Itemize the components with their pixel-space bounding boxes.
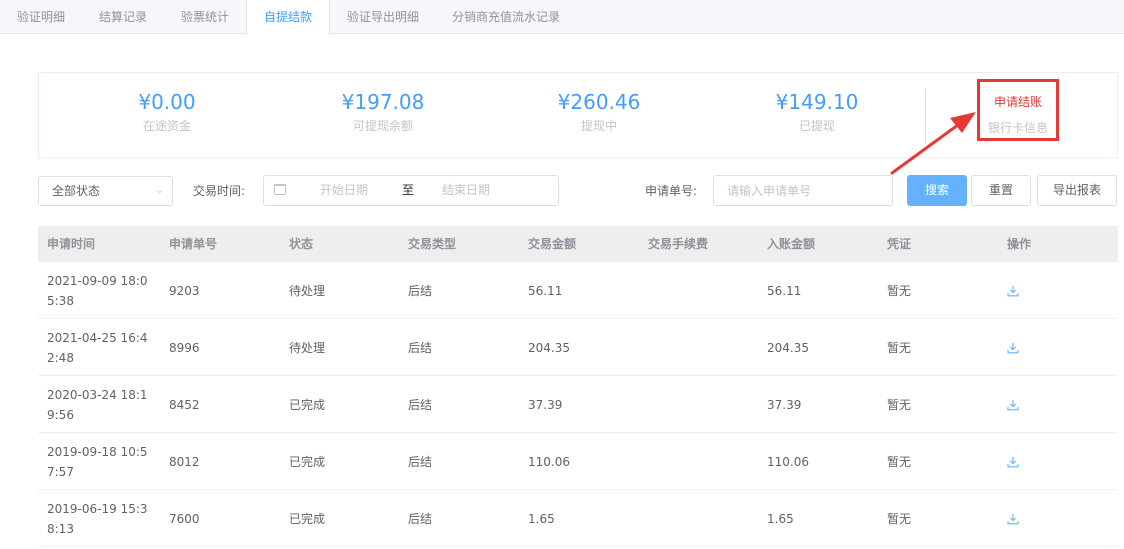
table-header: 申请时间 申请单号 状态 交易类型 交易金额 交易手续费 入账金额 凭证 操作 [38, 226, 1118, 262]
date-range-picker[interactable]: 开始日期 至 结束日期 [263, 175, 559, 206]
cell-amount: 110.06 [528, 454, 570, 469]
cell-voucher: 暂无 [887, 455, 912, 469]
cell-apply-time: 2021-04-25 16:42:48 [47, 330, 148, 365]
table-body: 2021-09-09 18:05:38 9203 待处理 后结 56.11 56.11 暂无… [38, 262, 1118, 547]
column-header: 凭证 [887, 237, 912, 251]
cell-status: 已完成 [289, 398, 326, 412]
cell-status: 待处理 [289, 284, 326, 298]
tab-ticket-stats[interactable]: 验票统计 [164, 0, 246, 34]
stat-label: 在途资金 [142, 119, 191, 133]
tab-verify-detail[interactable]: 验证明细 [0, 0, 82, 34]
cell-voucher: 暂无 [887, 284, 912, 298]
cell-status: 待处理 [289, 341, 326, 355]
order-no-label: 申请单号: [645, 184, 698, 198]
status-select[interactable]: 全部状态 ⌄ [38, 176, 173, 206]
stat-label: 提现中 [580, 119, 617, 133]
tab-verify-export[interactable]: 验证导出明细 [330, 0, 436, 34]
table-row: 2019-06-19 15:38:13 7600 已完成 后结 1.65 1.65 暂无 [38, 490, 1118, 547]
cell-amount: 1.65 [528, 511, 555, 526]
date-range-separator: 至 [402, 183, 415, 197]
cell-order-no: 8012 [169, 454, 200, 469]
stat-amount: ¥0.00 [138, 90, 196, 114]
cell-credited-amount: 204.35 [767, 340, 809, 355]
cell-voucher: 暂无 [887, 341, 912, 355]
cell-order-no: 8996 [169, 340, 200, 355]
column-header: 申请时间 [47, 237, 96, 251]
cell-apply-time: 2021-09-09 18:05:38 [47, 273, 148, 308]
stat-label: 可提现余额 [352, 119, 413, 133]
cell-apply-time: 2019-06-19 15:38:13 [47, 501, 148, 536]
cell-order-no: 9203 [169, 283, 200, 298]
table-row: 2019-09-18 10:57:57 8012 已完成 后结 110.06 110.06… [38, 433, 1118, 490]
cell-apply-time: 2019-09-18 10:57:57 [47, 444, 148, 479]
tab-bar: 验证明细 结算记录 验票统计 自提结款 验证导出明细 分销商充值流水记录 [0, 0, 1124, 35]
tab-self-withdraw[interactable]: 自提结款 [246, 0, 330, 35]
tab-settlement-records[interactable]: 结算记录 [82, 0, 164, 34]
cell-credited-amount: 1.65 [767, 511, 794, 526]
download-icon[interactable] [1007, 399, 1019, 411]
withdraw-table: 申请时间 申请单号 状态 交易类型 交易金额 交易手续费 入账金额 凭证 操作 … [38, 226, 1118, 547]
stat-amount: ¥260.46 [557, 90, 641, 114]
calendar-icon [274, 184, 286, 195]
cell-amount: 204.35 [528, 340, 570, 355]
cell-voucher: 暂无 [887, 398, 912, 412]
cell-status: 已完成 [289, 512, 326, 526]
table-row: 2020-03-24 18:19:56 8452 已完成 后结 37.39 37.39 暂无 [38, 376, 1118, 433]
cell-amount: 37.39 [528, 397, 563, 412]
column-header: 申请单号 [169, 237, 218, 251]
download-icon[interactable] [1007, 285, 1019, 297]
reset-button[interactable]: 重置 [971, 175, 1031, 206]
column-header: 状态 [289, 237, 314, 251]
search-button[interactable]: 搜索 [907, 175, 967, 206]
cell-actions [1007, 490, 1019, 547]
column-header: 交易类型 [408, 237, 457, 251]
end-date-input[interactable]: 结束日期 [442, 176, 490, 205]
download-icon[interactable] [1007, 513, 1019, 525]
download-icon[interactable] [1007, 456, 1019, 468]
cell-actions [1007, 433, 1019, 490]
cell-actions [1007, 262, 1019, 319]
column-header: 交易手续费 [648, 237, 709, 251]
cell-status: 已完成 [289, 455, 326, 469]
start-date-input[interactable]: 开始日期 [320, 176, 368, 205]
cell-actions [1007, 376, 1019, 433]
cell-credited-amount: 110.06 [767, 454, 809, 469]
cell-credited-amount: 56.11 [767, 283, 802, 298]
order-no-input[interactable] [713, 175, 893, 206]
cell-order-no: 8452 [169, 397, 200, 412]
column-header: 交易金额 [528, 237, 577, 251]
column-header: 入账金额 [767, 237, 816, 251]
export-report-button[interactable]: 导出报表 [1037, 175, 1117, 206]
cell-actions [1007, 319, 1019, 376]
table-row: 2021-04-25 16:42:48 8996 待处理 后结 204.35 204.35… [38, 319, 1118, 376]
stat-withdrawable: ¥197.08 可提现余额 [293, 89, 473, 134]
table-row: 2021-09-09 18:05:38 9203 待处理 后结 56.11 56.11 暂无 [38, 262, 1118, 319]
cell-order-no: 7600 [169, 511, 200, 526]
status-select-value: 全部状态 [52, 184, 101, 198]
stat-in-transit: ¥0.00 在途资金 [77, 89, 257, 134]
cell-trade-type: 后结 [408, 398, 433, 412]
chevron-down-icon: ⌄ [155, 185, 164, 196]
cell-credited-amount: 37.39 [767, 397, 802, 412]
stat-amount: ¥197.08 [341, 90, 425, 114]
cell-trade-type: 后结 [408, 455, 433, 469]
cell-trade-type: 后结 [408, 284, 433, 298]
stat-withdrawing: ¥260.46 提现中 [509, 89, 689, 134]
cell-voucher: 暂无 [887, 512, 912, 526]
tab-distributor-recharge[interactable]: 分销商充值流水记录 [436, 0, 576, 34]
download-icon[interactable] [1007, 342, 1019, 354]
trade-time-label: 交易时间: [193, 184, 246, 198]
cell-trade-type: 后结 [408, 512, 433, 526]
cell-apply-time: 2020-03-24 18:19:56 [47, 387, 148, 422]
cell-amount: 56.11 [528, 283, 563, 298]
column-header: 操作 [1007, 237, 1032, 251]
cell-trade-type: 后结 [408, 341, 433, 355]
